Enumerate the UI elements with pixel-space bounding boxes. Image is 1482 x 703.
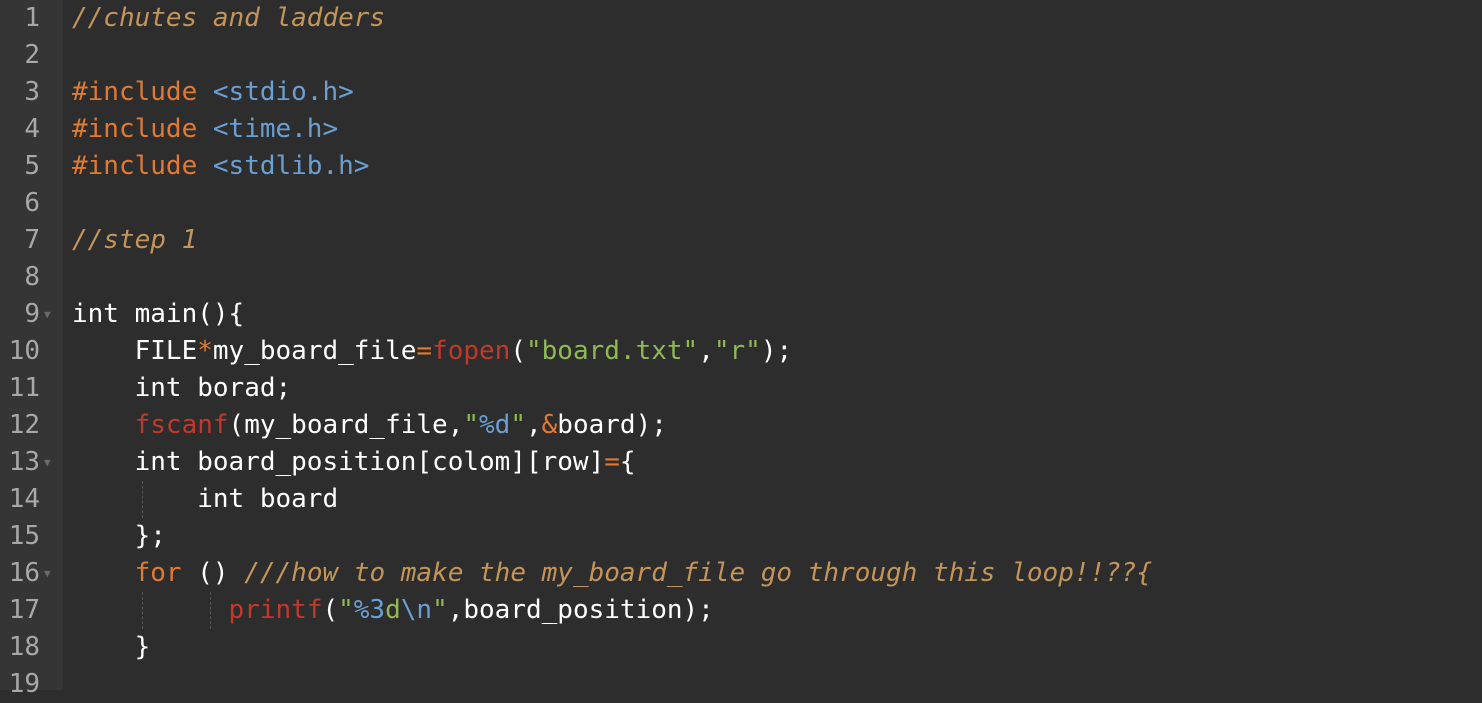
line-number: 11: [8, 373, 40, 403]
line-number: 14: [8, 484, 40, 514]
code-line-3: #include <stdio.h>: [72, 77, 354, 107]
line-number: 7: [24, 225, 40, 255]
line-number: 3: [24, 77, 40, 107]
code-line-1: //chutes and ladders: [72, 3, 386, 33]
code-line-7: //step 1: [72, 225, 198, 255]
line-number: 2: [24, 40, 40, 70]
line-number: 5: [24, 151, 40, 181]
line-number: 4: [24, 114, 40, 144]
code-line-18: }: [134, 632, 151, 662]
line-number-gutter: 1 2 3 4 5 6 7 8 9 ▼ 10 11 12 13 ▼ 14 15 …: [0, 0, 63, 699]
code-line-4: #include <time.h>: [72, 114, 339, 144]
line-number: 12: [8, 410, 40, 440]
code-line-14: int board: [197, 484, 339, 514]
code-line-9: int main(){: [72, 299, 245, 329]
code-line-5: #include <stdlib.h>: [72, 151, 370, 181]
line-number: 17: [8, 595, 40, 625]
line-number: 10: [8, 336, 40, 366]
code-line-11: int borad;: [134, 373, 292, 403]
line-number: 8: [24, 262, 40, 292]
code-line-17: printf("%3d\n",board_position);: [228, 595, 714, 625]
code-line-10: FILE*my_board_file=fopen("board.txt","r"…: [134, 336, 793, 366]
line-number: 16: [8, 558, 40, 588]
code-line-12: fscanf(my_board_file,"%d",&board);: [134, 410, 667, 440]
code-line-15: };: [134, 521, 166, 551]
code-line-13: int board_position[colom][row]={: [134, 447, 636, 477]
line-number: 15: [8, 521, 40, 551]
line-number: 1: [24, 3, 40, 33]
code-line-16: for () ///how to make the my_board_file …: [134, 558, 1153, 588]
line-number: 19: [8, 669, 40, 699]
line-number: 6: [24, 188, 40, 218]
fold-arrow-icon[interactable]: ▼: [44, 444, 51, 481]
line-number: 13: [8, 447, 40, 477]
line-number: 18: [8, 632, 40, 662]
fold-arrow-icon[interactable]: ▼: [44, 555, 51, 592]
fold-arrow-icon[interactable]: ▼: [44, 296, 51, 333]
code-editor[interactable]: //chutes and ladders #include <stdio.h> …: [63, 0, 1482, 690]
line-number: 9: [24, 299, 40, 329]
